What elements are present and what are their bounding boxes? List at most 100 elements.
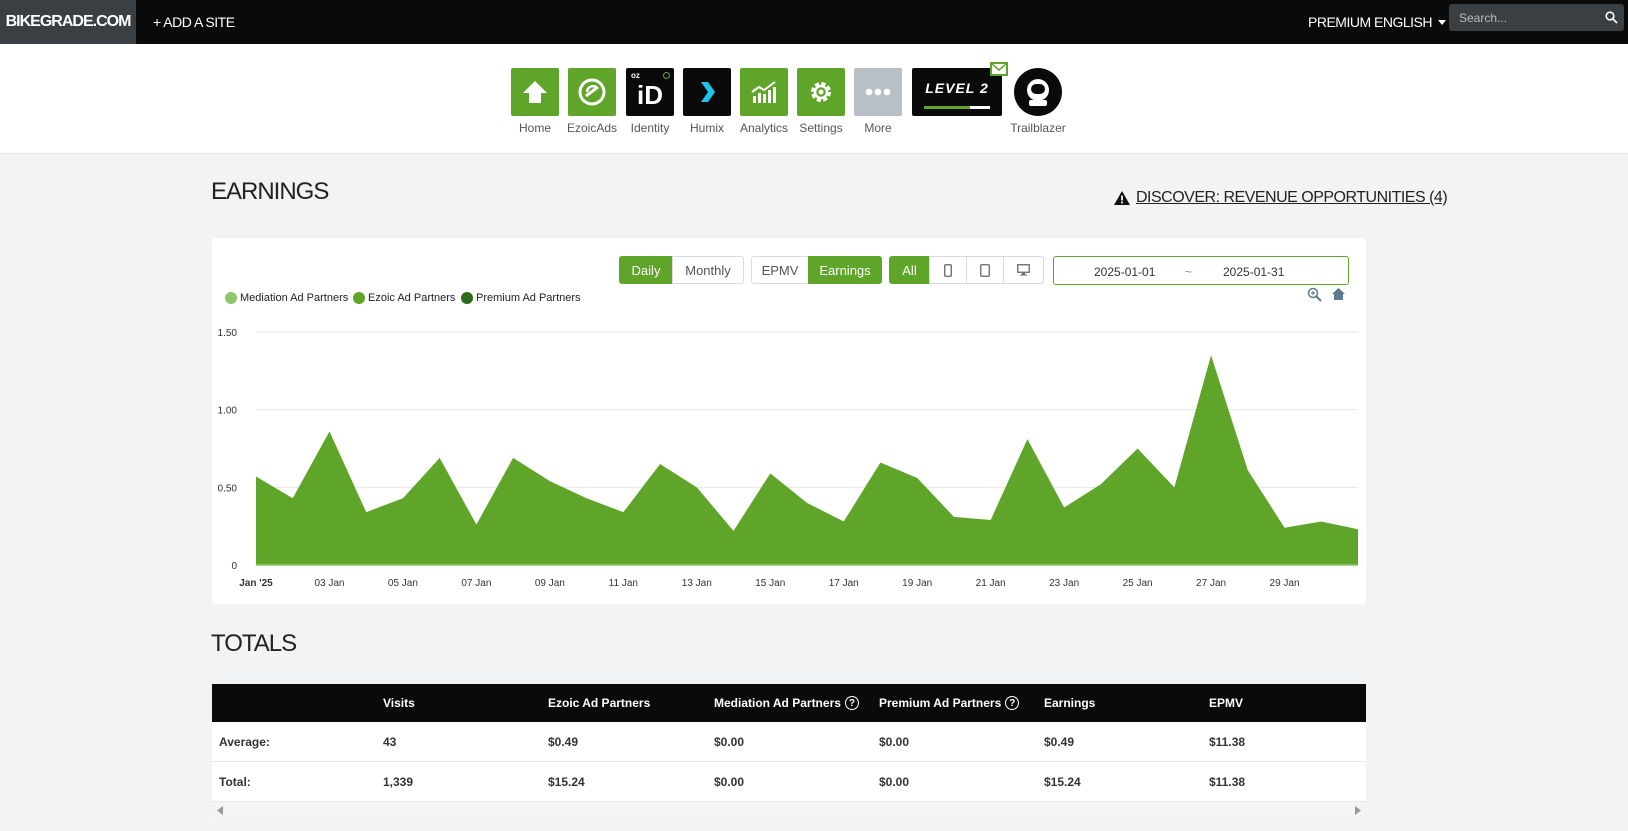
help-question-icon[interactable]: ? bbox=[1005, 696, 1020, 710]
humix-chevron-icon bbox=[701, 82, 715, 102]
totals-table: Visits Ezoic Ad Partners Mediation Ad Pa… bbox=[212, 684, 1366, 819]
x-tick-label: 21 Jan bbox=[976, 578, 1006, 589]
mobile-device-button[interactable] bbox=[929, 256, 967, 284]
x-tick-label: Jan '25 bbox=[239, 578, 273, 589]
humix-tile[interactable] bbox=[683, 68, 731, 116]
language-label: ENGLISH bbox=[1374, 14, 1432, 30]
search-input[interactable] bbox=[1459, 10, 1599, 25]
analytics-chart-icon bbox=[751, 81, 776, 103]
status-ring-icon bbox=[663, 72, 670, 79]
gear-icon bbox=[811, 82, 831, 102]
col-premium-ad-partners: Premium Ad Partners ? bbox=[879, 684, 1020, 722]
scroll-left-icon[interactable] bbox=[217, 806, 223, 815]
identity-tile[interactable]: oz iD bbox=[626, 68, 674, 116]
more-tile[interactable] bbox=[854, 68, 902, 116]
site-brand[interactable]: BIKEGRADE.COM bbox=[0, 0, 136, 44]
col-label: Premium Ad Partners bbox=[879, 696, 1002, 710]
y-tick-label: 0 bbox=[231, 561, 237, 572]
app-label: More bbox=[864, 121, 892, 135]
trailblazer-tile[interactable] bbox=[1014, 68, 1062, 116]
x-tick-label: 23 Jan bbox=[1049, 578, 1079, 589]
legend-item-mediation[interactable]: Mediation Ad Partners bbox=[225, 292, 348, 304]
analytics-tile[interactable] bbox=[740, 68, 788, 116]
discover-revenue-link[interactable]: DISCOVER: REVENUE OPPORTUNITIES (4) bbox=[1113, 189, 1448, 207]
zoom-in-icon[interactable] bbox=[1307, 287, 1323, 303]
col-visits: Visits bbox=[383, 696, 415, 710]
x-tick-label: 03 Jan bbox=[314, 578, 344, 589]
x-tick-label: 25 Jan bbox=[1123, 578, 1153, 589]
search-icon[interactable] bbox=[1605, 11, 1618, 24]
x-tick-label: 13 Jan bbox=[682, 578, 712, 589]
search-box[interactable] bbox=[1449, 4, 1624, 31]
app-trailblazer[interactable]: Trailblazer bbox=[1010, 68, 1066, 135]
app-more[interactable]: More bbox=[854, 68, 902, 135]
x-tick-label: 19 Jan bbox=[902, 578, 932, 589]
premium-link[interactable]: PREMIUM bbox=[1308, 0, 1371, 44]
scroll-right-icon[interactable] bbox=[1355, 806, 1361, 815]
series-area-ezoic bbox=[256, 355, 1358, 565]
ellipsis-icon bbox=[865, 88, 891, 96]
tablet-device-button[interactable] bbox=[966, 256, 1004, 284]
legend-label: Ezoic Ad Partners bbox=[368, 292, 456, 304]
cell-premium: $0.00 bbox=[879, 774, 910, 789]
horizontal-scrollbar[interactable] bbox=[212, 802, 1366, 819]
desktop-device-button[interactable] bbox=[1003, 256, 1044, 284]
earnings-button[interactable]: Earnings bbox=[808, 256, 882, 284]
level-badge[interactable]: LEVEL 2 bbox=[912, 68, 1002, 116]
mobile-phone-icon bbox=[944, 263, 952, 277]
language-dropdown[interactable]: ENGLISH bbox=[1374, 0, 1446, 44]
x-tick-label: 11 Jan bbox=[609, 578, 638, 589]
x-tick-label: 27 Jan bbox=[1196, 578, 1226, 589]
table-row: Total: 1,339 $15.24 $0.00 $0.00 $15.24 $… bbox=[212, 762, 1366, 802]
caret-down-icon bbox=[1437, 19, 1446, 25]
y-tick-label: 1.50 bbox=[218, 328, 238, 339]
ezoicads-tile[interactable] bbox=[568, 68, 616, 116]
top-navbar: BIKEGRADE.COM + ADD A SITE PREMIUM ENGLI… bbox=[0, 0, 1628, 44]
legend-label: Mediation Ad Partners bbox=[240, 292, 349, 304]
date-to[interactable]: 2025-01-31 bbox=[1223, 265, 1284, 279]
add-site-link[interactable]: + ADD A SITE bbox=[153, 0, 235, 44]
earnings-area-chart: 0 0.50 1.00 1.50 Jan '25 03 Jan 05 Jan 07 Jan 09… bbox=[218, 328, 1358, 589]
legend-item-ezoic[interactable]: Ezoic Ad Partners bbox=[353, 292, 455, 304]
level-progress-bar bbox=[924, 106, 990, 109]
cell-mediation: $0.00 bbox=[714, 734, 745, 749]
warning-icon bbox=[1114, 191, 1130, 205]
device-all-button[interactable]: All bbox=[889, 256, 930, 284]
reset-zoom-home-icon[interactable] bbox=[1331, 287, 1346, 301]
date-from[interactable]: 2025-01-01 bbox=[1094, 265, 1155, 279]
x-tick-label: 29 Jan bbox=[1270, 578, 1300, 589]
x-tick-label: 17 Jan bbox=[829, 578, 859, 589]
earnings-heading: EARNINGS bbox=[211, 178, 329, 205]
desktop-monitor-icon bbox=[1017, 264, 1030, 276]
x-tick-label: 09 Jan bbox=[535, 578, 565, 589]
cell-mediation: $0.00 bbox=[714, 774, 745, 789]
cell-ezoic: $15.24 bbox=[548, 774, 585, 789]
monthly-button[interactable]: Monthly bbox=[672, 256, 744, 284]
totals-heading: TOTALS bbox=[211, 630, 297, 657]
identity-tile-sub: oz bbox=[631, 71, 640, 80]
level-progress-fill bbox=[924, 106, 971, 109]
mail-icon[interactable] bbox=[990, 62, 1008, 76]
date-range-picker[interactable]: 2025-01-01 ~ 2025-01-31 bbox=[1053, 256, 1349, 285]
home-tile[interactable] bbox=[511, 68, 559, 116]
home-icon bbox=[523, 81, 547, 103]
legend-item-premium[interactable]: Premium Ad Partners bbox=[461, 292, 581, 304]
epmv-button[interactable]: EPMV bbox=[751, 256, 809, 284]
daily-button[interactable]: Daily bbox=[619, 256, 673, 284]
legend-swatch bbox=[225, 292, 237, 304]
table-header: Visits Ezoic Ad Partners Mediation Ad Pa… bbox=[212, 684, 1366, 722]
legend-swatch bbox=[353, 292, 365, 304]
help-question-icon[interactable]: ? bbox=[844, 696, 859, 710]
x-tick-label: 15 Jan bbox=[755, 578, 785, 589]
settings-tile[interactable] bbox=[797, 68, 845, 116]
cell-epmv: $11.38 bbox=[1209, 734, 1246, 749]
cell-earnings: $15.24 bbox=[1044, 774, 1081, 789]
legend-label: Premium Ad Partners bbox=[476, 292, 581, 304]
table-row: Average: 43 $0.49 $0.00 $0.00 $0.49 $11.… bbox=[212, 722, 1366, 762]
cell-visits: 1,339 bbox=[383, 774, 414, 789]
cell-ezoic: $0.49 bbox=[548, 734, 579, 749]
app-label: Trailblazer bbox=[1010, 121, 1066, 135]
row-label: Average: bbox=[219, 734, 270, 749]
cell-earnings: $0.49 bbox=[1044, 734, 1075, 749]
tablet-icon bbox=[980, 263, 990, 277]
